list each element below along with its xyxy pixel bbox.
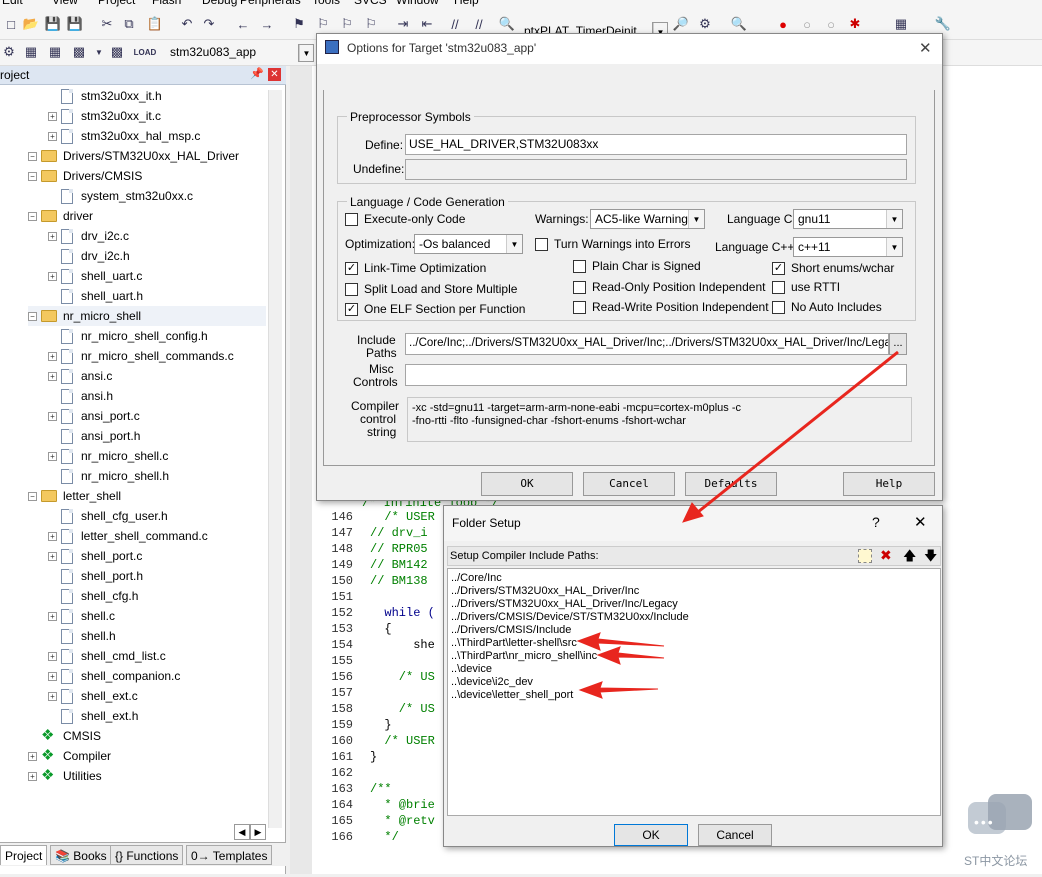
- watermark-text: ST中文论坛: [964, 854, 1028, 868]
- annotation-arrow-3: [578, 681, 659, 699]
- annotation-arrow-2: [596, 646, 665, 665]
- watermark-logo: •••: [962, 792, 1034, 850]
- annotation-arrow-line: [692, 350, 899, 518]
- annotation-overlay: [576, 350, 899, 699]
- annotation-arrow-1: [576, 632, 665, 651]
- annotation-arrowhead: [682, 502, 704, 523]
